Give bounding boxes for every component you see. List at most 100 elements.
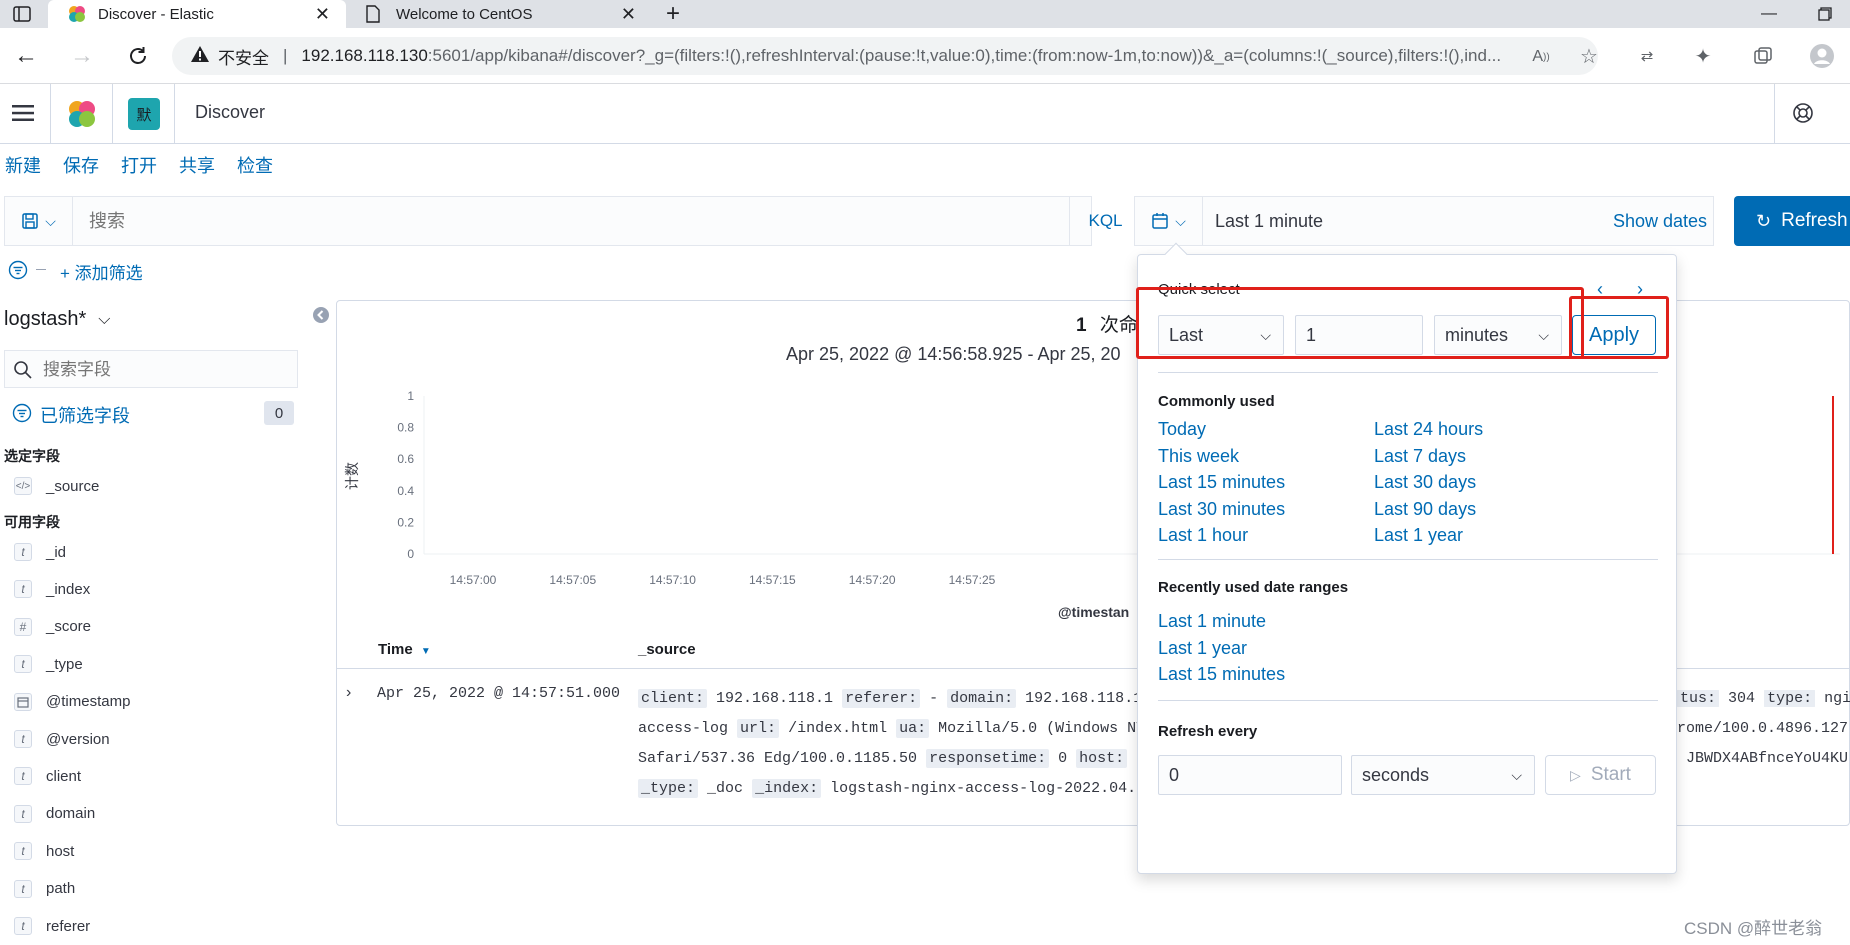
nav-share[interactable]: 共享 — [179, 152, 215, 184]
field-item[interactable]: t host — [14, 839, 74, 863]
address-toolbar: ← → 不安全 | 192.168.118.130 :5601/app/kiba… — [0, 28, 1850, 84]
profile-avatar-icon[interactable] — [1808, 42, 1836, 70]
x-tick-label: 14:57:00 — [450, 573, 497, 587]
field-item-source[interactable]: </> _source — [14, 474, 99, 498]
favorite-add-icon[interactable]: ☆ — [1576, 44, 1602, 68]
commonly-used-link[interactable]: Last 7 days — [1374, 446, 1466, 467]
field-item[interactable]: t referer — [14, 914, 90, 938]
recent-range-link[interactable]: Last 1 year — [1158, 638, 1247, 659]
filtered-fields-toggle[interactable]: 已筛选字段 — [12, 402, 130, 428]
commonly-used-link[interactable]: Last 15 minutes — [1158, 472, 1285, 493]
search-input[interactable] — [89, 207, 989, 235]
help-lifebuoy-icon[interactable] — [1790, 100, 1816, 126]
x-tick-label: 14:57:10 — [649, 573, 696, 587]
tab-title: Welcome to CentOS — [396, 5, 533, 23]
string-type-icon: t — [14, 917, 32, 935]
kql-toggle-button[interactable]: KQL — [1069, 197, 1141, 245]
commonly-used-link[interactable]: Today — [1158, 419, 1206, 440]
field-search[interactable] — [4, 350, 298, 388]
field-item[interactable]: t @version — [14, 727, 110, 751]
page-icon — [366, 5, 382, 23]
field-name: domain — [46, 805, 96, 823]
field-name: _index — [46, 580, 91, 598]
field-search-input[interactable] — [43, 357, 283, 383]
translate-icon[interactable]: ⇄ — [1634, 44, 1660, 68]
available-fields-title: 可用字段 — [4, 514, 60, 530]
source-line-4: _type: _doc _index: logstash-nginx-acces… — [638, 779, 1145, 798]
hamburger-menu-icon[interactable] — [10, 100, 36, 126]
collections-icon[interactable] — [1750, 44, 1776, 68]
saved-query-button[interactable]: ⌵ — [5, 197, 73, 245]
field-item[interactable]: t domain — [14, 802, 95, 826]
extensions-icon[interactable]: ✦ — [1690, 44, 1716, 68]
tab-discover[interactable]: Discover - Elastic ✕ — [48, 0, 346, 28]
string-type-icon: t — [14, 655, 32, 674]
quick-select-button[interactable]: ⌵ — [1135, 197, 1203, 245]
commonly-used-link[interactable]: Last 30 minutes — [1158, 499, 1285, 520]
field-item[interactable]: t _id — [14, 540, 66, 564]
y-tick-label: 1 — [407, 389, 414, 403]
close-icon[interactable]: ✕ — [621, 4, 636, 25]
commonly-used-link[interactable]: Last 1 hour — [1158, 525, 1248, 546]
field-name: _score — [46, 618, 92, 636]
refresh-interval-input[interactable] — [1158, 755, 1342, 795]
restore-icon[interactable] — [1812, 2, 1838, 26]
y-axis-label: 计数 — [344, 462, 360, 490]
nav-inspect[interactable]: 检查 — [237, 152, 273, 184]
show-dates-link[interactable]: Show dates — [1613, 211, 1707, 232]
tab-title: Discover - Elastic — [98, 5, 214, 23]
back-arrow-icon[interactable]: ← — [12, 42, 40, 70]
field-item[interactable]: t _type — [14, 652, 83, 676]
commonly-used-link[interactable]: Last 1 year — [1374, 525, 1463, 546]
space-badge[interactable]: 默 — [128, 98, 160, 130]
commonly-used-link[interactable]: Last 90 days — [1374, 499, 1476, 520]
new-tab-plus-icon[interactable]: + — [660, 0, 686, 27]
filtered-count-badge: 0 — [264, 401, 294, 425]
field-item[interactable]: t client — [14, 764, 81, 788]
recent-range-link[interactable]: Last 1 minute — [1158, 611, 1266, 632]
start-button[interactable]: ▷ Start — [1545, 755, 1656, 795]
read-aloud-icon[interactable]: A)) — [1528, 46, 1554, 68]
string-type-icon: t — [14, 842, 32, 861]
commonly-used-link[interactable]: Last 30 days — [1374, 472, 1476, 493]
nav-new[interactable]: 新建 — [5, 152, 41, 184]
elastic-logo-icon[interactable] — [66, 98, 98, 130]
commonly-used-link[interactable]: Last 24 hours — [1374, 419, 1483, 440]
refresh-every-title: Refresh every — [1158, 723, 1258, 740]
time-range-label[interactable]: Last 1 minute — [1215, 211, 1323, 232]
recent-range-link[interactable]: Last 15 minutes — [1158, 664, 1285, 685]
field-item[interactable]: t path — [14, 877, 75, 901]
add-filter-link[interactable]: + 添加筛选 — [60, 259, 143, 284]
field-item[interactable]: # _score — [14, 615, 91, 639]
field-name: path — [46, 880, 76, 898]
tab-actions-icon[interactable] — [10, 4, 34, 24]
forward-arrow-icon[interactable]: → — [68, 42, 96, 70]
field-item[interactable]: @timestamp — [14, 690, 130, 714]
field-name: _id — [46, 543, 67, 561]
commonly-used-link[interactable]: This week — [1158, 446, 1239, 467]
minimize-icon[interactable]: — — [1756, 2, 1782, 26]
elastic-logo-icon — [68, 5, 86, 23]
app-title: Discover — [195, 102, 266, 122]
collapse-sidebar-icon[interactable] — [312, 306, 330, 324]
string-type-icon: t — [14, 804, 32, 823]
index-pattern-selector[interactable]: logstash* ⌵ — [4, 308, 110, 331]
nav-open[interactable]: 打开 — [121, 152, 157, 184]
expand-row-icon[interactable]: › — [346, 684, 351, 702]
refresh-unit-select[interactable]: seconds ⌵ — [1351, 755, 1535, 795]
chevron-down-icon: ⌵ — [1511, 766, 1522, 783]
y-tick-label: 0.4 — [397, 484, 414, 498]
url-bar[interactable]: 不安全 | 192.168.118.130 :5601/app/kibana#/… — [172, 37, 1598, 75]
filter-menu-icon[interactable] — [8, 260, 28, 280]
close-icon[interactable]: ✕ — [315, 4, 330, 25]
recent-ranges-title: Recently used date ranges — [1158, 579, 1349, 596]
refresh-button[interactable]: ↻ Refresh — [1734, 196, 1850, 246]
reload-icon[interactable] — [124, 42, 152, 70]
col-header-time[interactable]: Time ▼ — [378, 641, 431, 658]
nav-save[interactable]: 保存 — [63, 152, 99, 184]
source-line-3-right: JBWDX4ABfnceYoU4KU — [1686, 750, 1849, 767]
field-name: @timestamp — [46, 693, 131, 711]
tab-centos[interactable]: Welcome to CentOS ✕ — [350, 0, 650, 28]
url-path: :5601/app/kibana#/discover?_g=(filters:!… — [427, 46, 1502, 65]
field-item[interactable]: t _index — [14, 577, 90, 601]
